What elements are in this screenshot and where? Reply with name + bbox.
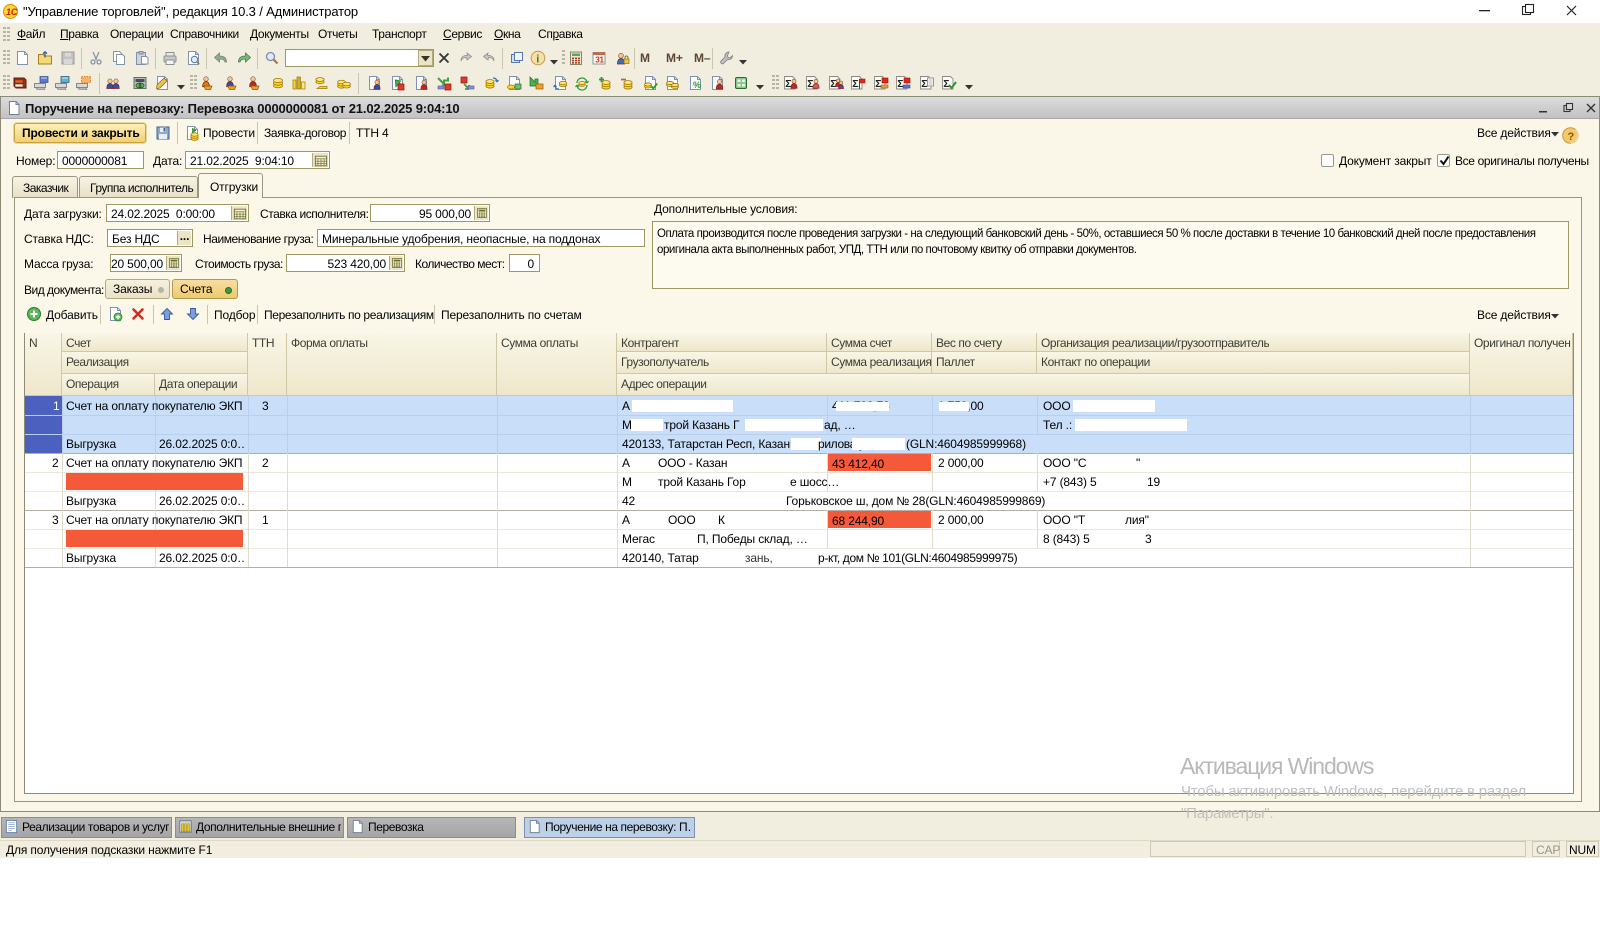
svg-text:Σ: Σ bbox=[830, 78, 836, 90]
svg-text:Σ: Σ bbox=[785, 78, 791, 90]
svg-text:31: 31 bbox=[595, 56, 604, 65]
svg-text:Σ: Σ bbox=[807, 78, 813, 90]
svg-text:%: % bbox=[693, 80, 701, 90]
svg-text:?: ? bbox=[1568, 131, 1575, 143]
svg-text:$: $ bbox=[139, 84, 142, 90]
svg-text:1C: 1C bbox=[6, 7, 18, 17]
svg-text:Σ: Σ bbox=[875, 78, 881, 90]
svg-text:Σ: Σ bbox=[943, 78, 949, 90]
svg-text:i: i bbox=[536, 54, 539, 66]
svg-text:Σ: Σ bbox=[897, 78, 903, 90]
svg-text:Σ: Σ bbox=[921, 78, 927, 90]
svg-text:Σ: Σ bbox=[852, 78, 858, 90]
